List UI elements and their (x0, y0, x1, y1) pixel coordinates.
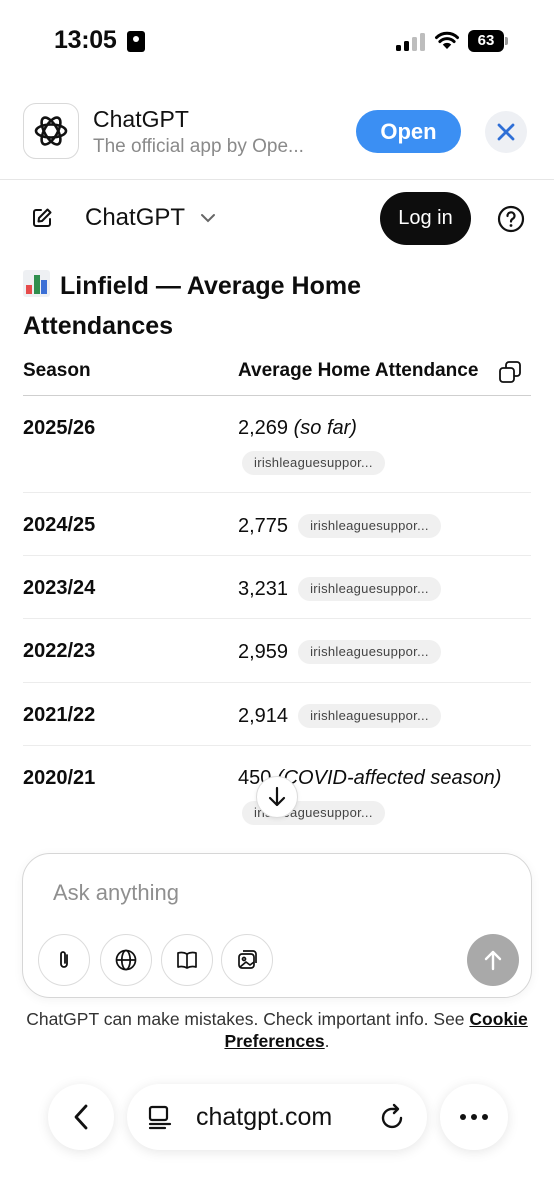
disclaimer: ChatGPT can make mistakes. Check importa… (0, 1008, 554, 1052)
open-app-button[interactable]: Open (356, 110, 461, 153)
row-season: 2020/21 (23, 767, 96, 789)
copy-icon[interactable] (498, 360, 522, 384)
row-value-number: 2,914 (238, 705, 289, 727)
row-value-note: (so far) (293, 417, 357, 439)
close-icon (497, 123, 515, 141)
source-chip[interactable]: irishleaguesuppor... (242, 451, 385, 475)
table-row: 2023/24 3,231 irishleaguesuppor... (23, 556, 531, 619)
browser-toolbar: chatgpt.com (0, 1078, 554, 1168)
source-chip[interactable]: irishleaguesuppor... (298, 704, 441, 728)
row-value: 2,959 irishleaguesuppor... (238, 640, 441, 664)
row-value: 3,231 irishleaguesuppor... (238, 577, 441, 601)
close-banner-button[interactable] (485, 111, 527, 153)
scroll-to-bottom-button[interactable] (256, 776, 298, 818)
arrow-up-icon (484, 950, 502, 971)
banner-app-name: ChatGPT (93, 106, 189, 132)
back-button[interactable] (48, 1084, 114, 1150)
banner-app-subtitle: The official app by Ope... (93, 136, 304, 157)
bar-chart-icon (23, 270, 50, 297)
wifi-icon (435, 31, 459, 49)
column-header-attendance: Average Home Attendance (238, 360, 479, 381)
row-season: 2025/26 (23, 417, 96, 439)
reader-icon[interactable] (147, 1104, 173, 1130)
more-button[interactable] (440, 1084, 508, 1150)
app-banner: ChatGPT The official app by Ope... Open (0, 84, 554, 180)
image-icon (238, 950, 257, 969)
more-icon (460, 1114, 488, 1120)
table-row: 2024/25 2,775 irishleaguesuppor... (23, 493, 531, 556)
disclaimer-suffix: . (324, 1031, 330, 1051)
chevron-left-icon (74, 1104, 88, 1130)
row-season: 2021/22 (23, 704, 96, 726)
book-icon (177, 951, 197, 969)
send-button[interactable] (467, 934, 519, 986)
column-header-season: Season (23, 360, 91, 381)
attach-button[interactable] (38, 934, 90, 986)
contact-card-icon (127, 31, 145, 52)
row-season: 2024/25 (23, 514, 96, 536)
study-button[interactable] (161, 934, 213, 986)
signal-icon (396, 32, 426, 51)
row-season: 2022/23 (23, 640, 96, 662)
message-input[interactable]: Ask anything (53, 880, 179, 906)
source-chip[interactable]: irishleaguesuppor... (298, 640, 441, 664)
model-selector[interactable]: ChatGPT (85, 204, 185, 232)
status-bar: 13:05 63 (0, 0, 554, 84)
row-season: 2023/24 (23, 577, 96, 599)
help-icon[interactable] (497, 205, 525, 233)
message-composer[interactable]: Ask anything (22, 853, 532, 998)
login-button[interactable]: Log in (380, 192, 471, 245)
status-time: 13:05 (54, 26, 117, 54)
source-chip[interactable]: irishleaguesuppor... (298, 514, 441, 538)
heading-text: Linfield — Average Home Attendances (23, 272, 361, 340)
table-row: 2021/22 2,914 irishleaguesuppor... (23, 683, 531, 746)
paperclip-icon (60, 951, 68, 968)
row-value: 2,775 irishleaguesuppor... (238, 514, 441, 538)
url-text[interactable]: chatgpt.com (196, 1103, 332, 1132)
battery-level: 63 (468, 30, 504, 52)
row-value-number: 2,959 (238, 641, 289, 663)
row-value: 2,914 irishleaguesuppor... (238, 704, 441, 728)
top-header: ChatGPT Log in (0, 180, 554, 258)
source-chip[interactable]: irishleaguesuppor... (298, 577, 441, 601)
chevron-down-icon[interactable] (200, 212, 216, 224)
chat-content[interactable]: Linfield — Average Home Attendances Seas… (0, 258, 554, 858)
reload-icon[interactable] (379, 1101, 407, 1131)
row-value-number: 2,269 (238, 417, 289, 439)
row-value-number: 3,231 (238, 578, 289, 600)
row-value: 2,269 (so far) (238, 417, 357, 440)
edit-icon[interactable] (30, 206, 54, 230)
web-search-button[interactable] (100, 934, 152, 986)
disclaimer-text: ChatGPT can make mistakes. Check importa… (26, 1009, 465, 1029)
battery-icon: 63 (468, 30, 508, 52)
table-row: 2025/26 2,269 (so far) irishleaguesuppor… (23, 396, 531, 493)
table-row: 2022/23 2,959 irishleaguesuppor... (23, 619, 531, 683)
row-value-note: (COVID-affected season) (276, 767, 502, 789)
address-bar[interactable]: chatgpt.com (127, 1084, 427, 1150)
arrow-down-icon (268, 786, 286, 807)
globe-icon (115, 949, 137, 971)
chatgpt-logo-icon[interactable] (23, 103, 79, 159)
row-value-number: 2,775 (238, 515, 289, 537)
create-image-button[interactable] (221, 934, 273, 986)
response-heading: Linfield — Average Home Attendances (23, 266, 493, 346)
